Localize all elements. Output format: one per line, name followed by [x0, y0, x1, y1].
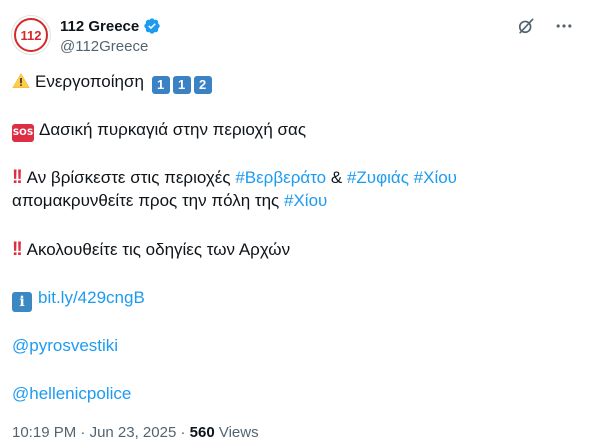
tweet-line-evacuate: απομακρυνθείτε προς την πόλη της #Χίου [12, 190, 327, 212]
sos-icon: SOS [12, 124, 34, 142]
tweet-meta: 10:19 PM · Jun 23, 2025 · 560 Views [12, 424, 259, 441]
tweet-line-areas: !! Αν βρίσκεστε στις περιοχές #Βερβεράτο … [12, 167, 457, 189]
activation-text: Ενεργοποίηση [35, 72, 144, 91]
warning-icon [12, 72, 30, 96]
name-row: 112 Greece [60, 16, 161, 36]
handle[interactable]: @112Greece [60, 38, 148, 55]
tweet-line-mention-2: @hellenicpolice [12, 383, 131, 405]
instructions-text: Ακολουθείτε τις οδηγίες των Αρχών [26, 240, 291, 259]
external-link[interactable]: bit.ly/429cngB [38, 288, 145, 307]
verified-badge-icon[interactable] [143, 17, 161, 35]
112-logo-icon: 112 [14, 18, 48, 52]
post-time[interactable]: 10:19 PM [12, 424, 76, 441]
keycap-1-icon: 1 [172, 76, 191, 94]
header-actions [516, 16, 574, 36]
mention-pyrosvestiki[interactable]: @pyrosvestiki [12, 336, 118, 355]
information-icon: i [12, 292, 32, 312]
avatar-text: 112 [21, 28, 42, 43]
tweet-line-instructions: !! Ακολουθείτε τις οδηγίες των Αρχών [12, 239, 290, 261]
post-date[interactable]: Jun 23, 2025 [90, 424, 177, 441]
hashtag-ververato[interactable]: #Βερβεράτο [235, 168, 326, 187]
tweet-line-link: i bit.ly/429cngB [12, 287, 145, 312]
ampersand: & [330, 168, 343, 187]
display-name[interactable]: 112 Greece [60, 18, 139, 35]
tweet-line-fire: SOS Δασική πυρκαγιά στην περιοχή σας [12, 119, 306, 142]
tweet: 112 112 Greece @112Greece Ενεργοποίηση 1… [0, 0, 590, 446]
views-count: 560 [189, 424, 215, 441]
mention-hellenicpolice[interactable]: @hellenicpolice [12, 384, 131, 403]
evacuate-text: απομακρυνθείτε προς την πόλη της [12, 191, 280, 210]
fire-text: Δασική πυρκαγιά στην περιοχή σας [39, 120, 307, 139]
avatar[interactable]: 112 [11, 15, 51, 55]
hashtag-zyfias[interactable]: #Ζυφιάς [347, 168, 409, 187]
tweet-line-activation: Ενεργοποίηση 112 [12, 71, 212, 96]
views-label: Views [218, 424, 259, 441]
keycap-1-icon: 1 [151, 76, 170, 94]
keycap-2-icon: 2 [193, 76, 212, 94]
grok-icon[interactable] [516, 16, 536, 36]
hashtag-chiou[interactable]: #Χίου [414, 168, 457, 187]
tweet-line-mention-1: @pyrosvestiki [12, 335, 118, 357]
double-exclamation-icon: !! [12, 239, 23, 260]
more-icon[interactable] [554, 16, 574, 36]
double-exclamation-icon: !! [12, 167, 23, 188]
hashtag-chiou-2[interactable]: #Χίου [284, 191, 327, 210]
areas-text: Αν βρίσκεστε στις περιοχές [26, 168, 231, 187]
